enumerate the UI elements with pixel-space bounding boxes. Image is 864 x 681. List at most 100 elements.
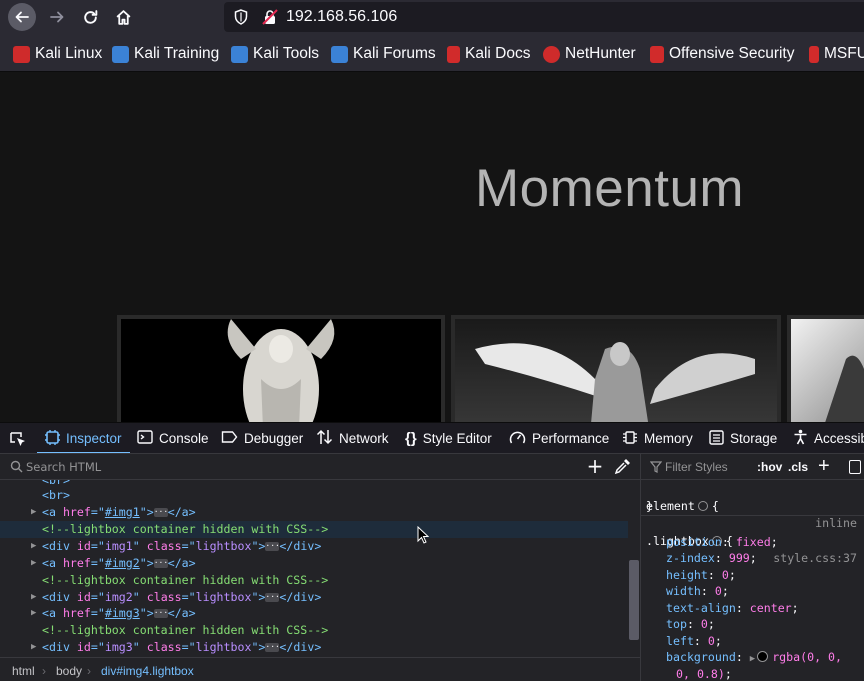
expand-toggle-icon[interactable]: ▶ <box>31 605 36 622</box>
tab-inspector[interactable]: Inspector <box>37 423 130 453</box>
tree-node-br[interactable]: <br> <box>0 487 628 504</box>
expand-toggle-icon[interactable]: ▶ <box>31 639 36 655</box>
bookmark-kali-forums[interactable]: Kali Forums <box>331 44 436 64</box>
tab-console[interactable]: Console <box>137 423 209 453</box>
css-property[interactable]: z-index <box>666 551 715 565</box>
css-property[interactable]: left <box>666 634 694 648</box>
expand-toggle-icon[interactable]: ▶ <box>31 538 36 555</box>
gallery-image-2[interactable] <box>451 315 781 422</box>
css-value[interactable]: 0 <box>722 568 729 582</box>
tree-node-comment[interactable]: <!--lightbox container hidden with CSS--… <box>0 521 628 538</box>
tree-node-link-img2[interactable]: ▶ <a href="#img2">···</a> <box>0 555 628 572</box>
css-value[interactable]: rgba(0, 0, <box>772 650 842 664</box>
tree-node-div-img3[interactable]: ▶ <div id="img3" class="lightbox">···</d… <box>0 639 628 655</box>
css-declaration[interactable]: left: 0; <box>641 633 864 649</box>
expand-toggle-icon[interactable]: ▶ <box>31 555 36 572</box>
css-value[interactable]: 0 <box>708 634 715 648</box>
add-rule-button[interactable]: + <box>818 455 830 478</box>
color-swatch[interactable] <box>757 651 769 662</box>
css-value[interactable]: center <box>750 601 792 615</box>
css-property[interactable]: top <box>666 617 687 631</box>
tree-node-comment[interactable]: <!--lightbox container hidden with CSS--… <box>0 572 628 589</box>
tab-memory[interactable]: Memory <box>622 423 693 453</box>
hover-state-toggle[interactable]: :hov <box>757 460 782 474</box>
css-property[interactable]: text-align <box>666 601 736 615</box>
css-value[interactable]: 0 <box>701 617 708 631</box>
tab-performance[interactable]: Performance <box>509 423 610 453</box>
collapsed-content-icon[interactable]: ··· <box>265 593 280 602</box>
css-declaration[interactable]: z-index: 999; <box>641 550 864 566</box>
class-toggle[interactable]: .cls <box>788 460 808 474</box>
html-search-bar: + <box>0 454 641 480</box>
eyedropper-icon[interactable] <box>614 457 632 475</box>
expand-shorthand-icon[interactable]: ▶ <box>750 654 755 664</box>
href-value[interactable]: #img1 <box>105 505 140 519</box>
tree-node-div-img1[interactable]: ▶ <div id="img1" class="lightbox">···</d… <box>0 538 628 555</box>
tab-network[interactable]: Network <box>316 423 389 453</box>
href-value[interactable]: #img3 <box>105 606 140 620</box>
collapsed-content-icon[interactable]: ··· <box>153 559 168 568</box>
tab-label: Performance <box>532 431 610 446</box>
insecure-lock-icon[interactable] <box>262 9 278 25</box>
css-declaration[interactable]: text-align: center; <box>641 600 864 616</box>
breadcrumb-current-node[interactable]: div#img4.lightbox <box>101 664 194 678</box>
expand-toggle-icon[interactable]: ▶ <box>31 504 36 521</box>
html-search-input[interactable] <box>26 454 566 479</box>
comment-text: <!--lightbox container hidden with CSS--… <box>42 573 329 587</box>
css-declaration[interactable]: position: fixed; <box>641 534 864 550</box>
css-declaration[interactable]: height: 0; <box>641 567 864 583</box>
gallery-image-1[interactable] <box>117 315 445 422</box>
home-button[interactable] <box>109 3 137 31</box>
css-value-continued[interactable]: 0, 0.8) <box>676 667 725 681</box>
breadcrumb-html[interactable]: html <box>12 664 35 678</box>
tree-node-link-img1[interactable]: ▶ <a href="#img1">···</a> <box>0 504 628 521</box>
forward-button[interactable] <box>43 3 71 31</box>
url-text[interactable]: 192.168.56.106 <box>286 8 397 26</box>
tab-accessibility[interactable]: Accessibility <box>793 423 864 453</box>
collapsed-content-icon[interactable]: ··· <box>153 609 168 618</box>
css-declaration[interactable]: background: ▶ rgba(0, 0, <box>641 649 864 665</box>
page-title: Momentum <box>475 159 745 218</box>
bookmark-kali-tools[interactable]: Kali Tools <box>231 44 319 64</box>
tree-node-comment[interactable]: <!--lightbox container hidden with CSS--… <box>0 622 628 639</box>
bookmark-kali-training[interactable]: Kali Training <box>112 44 219 64</box>
reload-button[interactable] <box>76 3 104 31</box>
add-node-button[interactable]: + <box>585 456 605 476</box>
css-property[interactable]: background <box>666 650 736 664</box>
bookmark-offensive-security[interactable]: Offensive Security <box>650 44 795 64</box>
storage-icon <box>709 429 724 448</box>
css-property[interactable]: position <box>666 535 722 549</box>
filter-styles-input[interactable] <box>665 454 753 479</box>
print-media-icon[interactable] <box>849 460 861 474</box>
href-value[interactable]: #img2 <box>105 556 140 570</box>
tree-node-link-img3[interactable]: ▶ <a href="#img3">···</a> <box>0 605 628 622</box>
css-declaration[interactable]: width: 0; <box>641 583 864 599</box>
bookmark-msfu[interactable]: MSFU <box>809 44 864 64</box>
expand-toggle-icon[interactable]: ▶ <box>31 589 36 606</box>
tree-node-div-img2[interactable]: ▶ <div id="img2" class="lightbox">···</d… <box>0 589 628 606</box>
tracking-shield-icon[interactable] <box>234 9 248 25</box>
tab-style-editor[interactable]: {} Style Editor <box>405 423 492 453</box>
back-button[interactable] <box>8 3 36 31</box>
css-property[interactable]: height <box>666 568 708 582</box>
offsec-icon <box>650 45 664 63</box>
css-value[interactable]: 999 <box>729 551 750 565</box>
collapsed-content-icon[interactable]: ··· <box>265 542 280 551</box>
collapsed-content-icon[interactable]: ··· <box>265 643 280 652</box>
url-bar[interactable]: 192.168.56.106 <box>224 2 864 32</box>
markup-scrollbar[interactable] <box>629 560 639 640</box>
rules-view: :hov .cls + element{ inline } .lightbox{… <box>641 454 864 681</box>
css-value[interactable]: fixed <box>736 535 771 549</box>
gallery-image-3[interactable] <box>787 315 864 422</box>
bookmark-nethunter[interactable]: NetHunter <box>543 44 636 64</box>
element-picker-button[interactable] <box>9 423 27 453</box>
breadcrumb-body[interactable]: body <box>56 664 82 678</box>
css-value[interactable]: 0 <box>715 584 722 598</box>
css-property[interactable]: width <box>666 584 701 598</box>
collapsed-content-icon[interactable]: ··· <box>153 508 168 517</box>
bookmark-kali-linux[interactable]: Kali Linux <box>13 44 102 64</box>
bookmark-kali-docs[interactable]: Kali Docs <box>447 44 530 64</box>
css-declaration[interactable]: top: 0; <box>641 616 864 632</box>
tab-storage[interactable]: Storage <box>709 423 777 453</box>
tab-debugger[interactable]: Debugger <box>221 423 303 453</box>
